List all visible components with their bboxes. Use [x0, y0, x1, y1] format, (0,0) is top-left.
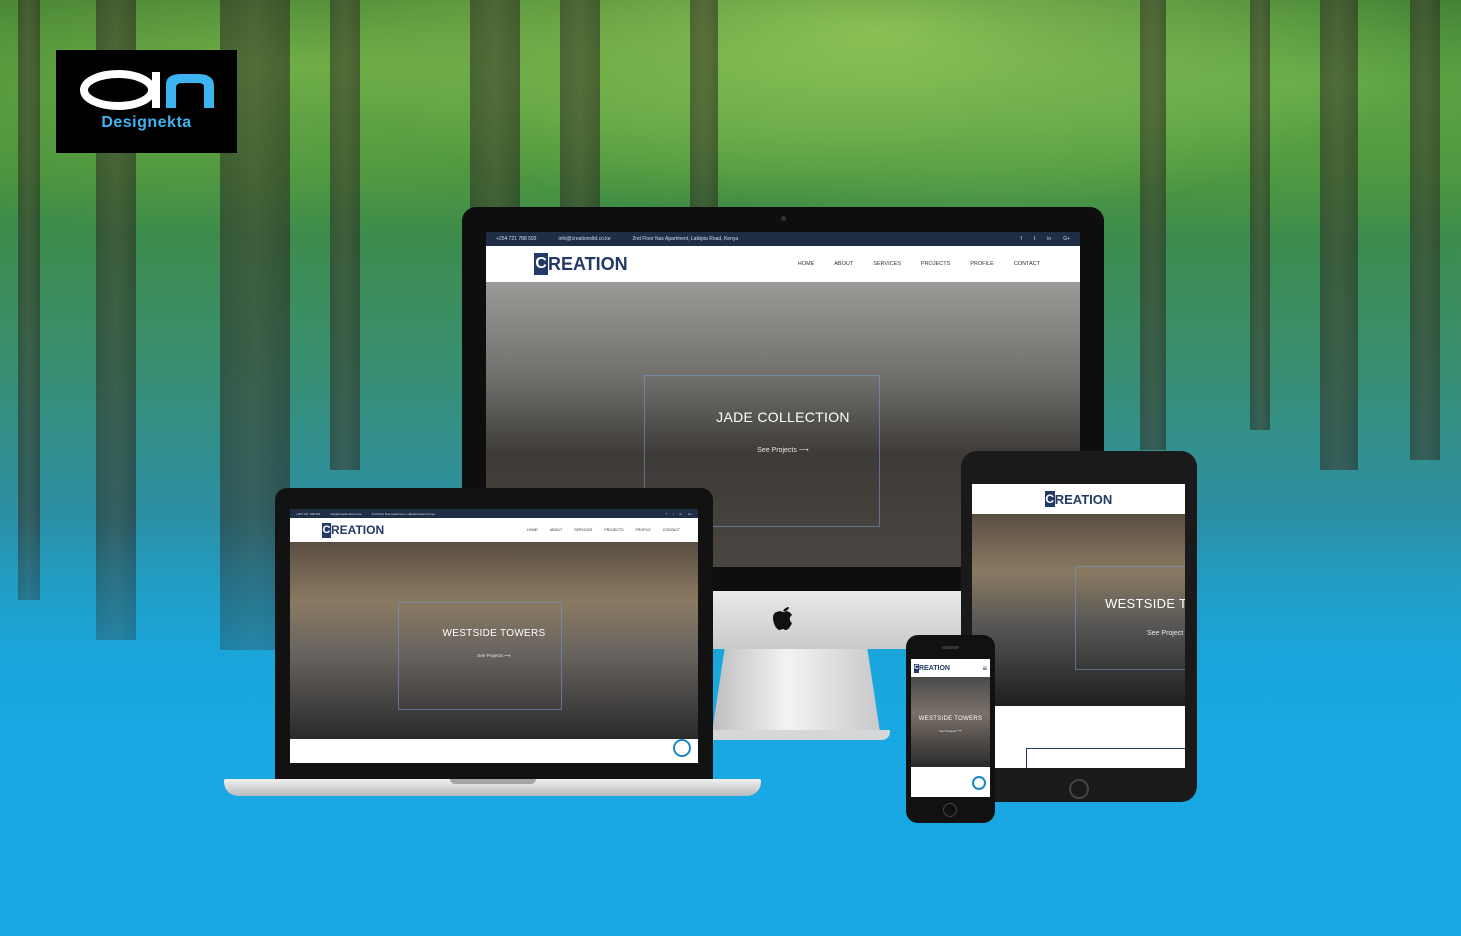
- laptop-screen: +254 721 788 593 info@creationsltd.co.ke…: [290, 509, 698, 763]
- laptop-notch: [450, 779, 536, 784]
- tree-trunk: [690, 0, 718, 220]
- topbar-phone[interactable]: +254 721 788 593: [296, 512, 320, 516]
- nav-about[interactable]: ABOUT: [550, 528, 562, 532]
- apple-logo-icon: [773, 607, 792, 630]
- nav-home[interactable]: HOME: [798, 261, 815, 267]
- verified-badge-icon: [972, 776, 986, 790]
- site-navbar: C REATION ≡: [911, 659, 990, 677]
- tree-trunk: [330, 0, 360, 470]
- topbar-address: 2nd Floor Nas Apartment, Laikipia Road, …: [371, 511, 435, 516]
- hero-frame: [1075, 566, 1185, 670]
- hamburger-menu-icon[interactable]: ≡: [982, 664, 987, 673]
- main-nav: HOME ABOUT SERVICES PROJECTS PROFILE CON…: [798, 261, 1040, 267]
- home-button[interactable]: [943, 803, 957, 817]
- verified-badge-icon: [673, 739, 691, 757]
- tree-trunk: [1410, 0, 1440, 460]
- speaker: [942, 646, 959, 649]
- tree-trunk: [1140, 0, 1166, 450]
- main-nav: HOME ABOUT SERVICES PROJECTS PROFILE CON…: [527, 528, 680, 532]
- see-projects-link[interactable]: See Project: [1147, 630, 1183, 637]
- nav-profile[interactable]: PROFILE: [970, 261, 994, 267]
- home-button[interactable]: [1069, 779, 1089, 799]
- camera-dot: [781, 216, 786, 221]
- creation-logo[interactable]: C REATION: [534, 253, 628, 275]
- hero-title: WESTSIDE T: [1105, 596, 1185, 611]
- hero-slide: WESTSIDE TOWERS See Projects ⟶: [290, 542, 698, 739]
- topbar-email[interactable]: info@creationsltd.co.ke: [558, 236, 610, 242]
- imac-stand: [711, 649, 881, 739]
- tree-trunk: [560, 0, 600, 220]
- site-navbar: C REATION HOME ABOUT SERVICES PROJECTS P…: [290, 518, 698, 542]
- site-navbar: C REATION HOME ABOUT SERVICES PROJECTS P…: [486, 246, 1080, 282]
- googleplus-icon[interactable]: G+: [1063, 236, 1070, 242]
- site-topbar: +254 721 788 593 info@creationsltd.co.ke…: [290, 509, 698, 518]
- dn-logo-mark-icon: [80, 70, 214, 110]
- site-navbar: C REATION: [972, 484, 1185, 514]
- see-projects-link[interactable]: See Projects ⟶: [911, 729, 990, 733]
- nav-services[interactable]: SERVICES: [873, 261, 901, 267]
- hero-slide: WESTSIDE T See Project: [972, 514, 1185, 706]
- tree-trunk: [18, 0, 40, 600]
- linkedin-icon[interactable]: in: [680, 512, 682, 516]
- hero-title: JADE COLLECTION: [716, 409, 850, 425]
- nav-about[interactable]: ABOUT: [834, 261, 853, 267]
- hero-title: WESTSIDE TOWERS: [442, 628, 546, 639]
- linkedin-icon[interactable]: in: [1047, 236, 1051, 242]
- hero-slide: WESTSIDE TOWERS See Projects ⟶: [911, 677, 990, 767]
- creation-logo[interactable]: C REATION: [1044, 491, 1112, 507]
- site-topbar: +254 721 788 593 info@creationsltd.co.ke…: [486, 232, 1080, 246]
- twitter-icon[interactable]: t: [673, 512, 674, 516]
- nav-projects[interactable]: PROJECTS: [921, 261, 950, 267]
- tree-trunk: [1320, 0, 1358, 470]
- nav-contact[interactable]: CONTACT: [663, 528, 680, 532]
- topbar-email[interactable]: info@creationsltd.co.ke: [330, 512, 361, 516]
- googleplus-icon[interactable]: G+: [688, 512, 692, 516]
- imac-base: [700, 730, 890, 740]
- twitter-icon[interactable]: t: [1034, 236, 1035, 242]
- phone-mockup: C REATION ≡ WESTSIDE TOWERS See Projects…: [906, 635, 995, 823]
- tablet-mockup: C REATION WESTSIDE T See Project: [961, 451, 1197, 802]
- designekta-logo: Designekta: [56, 50, 237, 153]
- facebook-icon[interactable]: f: [1021, 236, 1022, 242]
- tablet-screen: C REATION WESTSIDE T See Project: [972, 484, 1185, 768]
- creation-logo[interactable]: C REATION: [914, 663, 950, 673]
- topbar-address: 2nd Floor Nas Apartment, Laikipia Road, …: [632, 236, 739, 242]
- hero-title: WESTSIDE TOWERS: [918, 716, 983, 722]
- creation-logo[interactable]: C REATION: [322, 522, 384, 538]
- tree-trunk: [1250, 0, 1270, 430]
- see-projects-link[interactable]: See Projects ⟶: [290, 653, 698, 659]
- nav-profile[interactable]: PROFILE: [636, 528, 651, 532]
- logo-wordmark: Designekta: [101, 114, 192, 131]
- topbar-phone[interactable]: +254 721 788 593: [496, 236, 536, 242]
- nav-services[interactable]: SERVICES: [574, 528, 592, 532]
- tree-trunk: [470, 0, 520, 220]
- facebook-icon[interactable]: f: [666, 512, 667, 516]
- nav-home[interactable]: HOME: [527, 528, 538, 532]
- nav-contact[interactable]: CONTACT: [1014, 261, 1040, 267]
- content-box: [1026, 748, 1185, 768]
- phone-screen: C REATION ≡ WESTSIDE TOWERS See Projects…: [911, 659, 990, 797]
- laptop-mockup: +254 721 788 593 info@creationsltd.co.ke…: [275, 488, 713, 780]
- nav-projects[interactable]: PROJECTS: [604, 528, 623, 532]
